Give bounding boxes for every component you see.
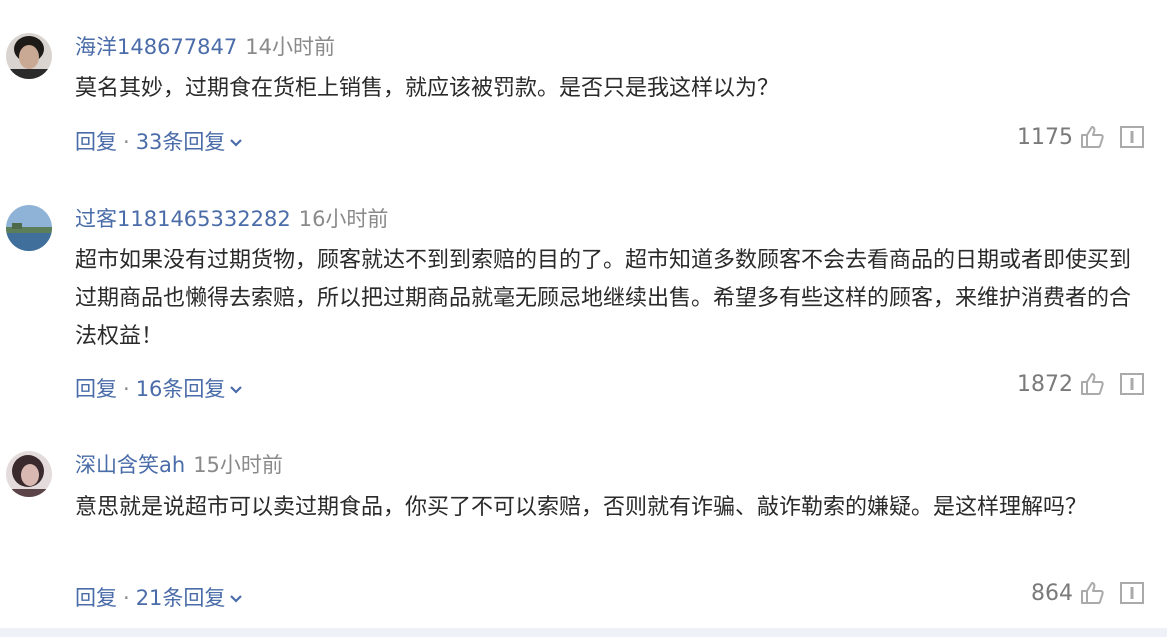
reply-link[interactable]: 回复 [75, 377, 117, 401]
comment-text: 意思就是说超市可以卖过期食品，你买了不可以索赔，否则就有诈骗、敲诈勒索的嫌疑。是… [75, 495, 1088, 520]
comment-meta: 过客1181465332282 16小时前 [75, 203, 388, 233]
chevron-down-icon [230, 595, 243, 603]
chevron-down-icon [230, 386, 243, 394]
comment-meta: 深山含笑ah 15小时前 [75, 449, 283, 479]
like-area: 1175 [1017, 124, 1145, 150]
timestamp: 16小时前 [298, 207, 389, 231]
avatar[interactable] [6, 205, 52, 251]
avatar[interactable] [6, 33, 52, 79]
thumbs-up-icon[interactable] [1079, 371, 1105, 397]
comment-actions: 回复 · 21条回复 [75, 582, 243, 612]
replies-count: 16条回复 [135, 377, 226, 401]
replies-toggle[interactable]: 21条回复 [136, 586, 244, 610]
thumbs-up-icon[interactable] [1079, 124, 1105, 150]
separator-dot: · [123, 377, 130, 401]
chevron-down-icon [230, 139, 243, 147]
thumbs-up-icon[interactable] [1079, 580, 1105, 606]
report-icon[interactable] [1119, 580, 1145, 606]
replies-toggle[interactable]: 16条回复 [136, 377, 244, 401]
username[interactable]: 过客1181465332282 [75, 207, 291, 231]
bottom-divider [0, 628, 1167, 637]
replies-count: 21条回复 [135, 586, 226, 610]
like-count: 1872 [1017, 371, 1073, 397]
like-count: 1175 [1017, 124, 1073, 150]
separator-dot: · [123, 130, 130, 154]
like-area: 1872 [1017, 371, 1145, 397]
username[interactable]: 深山含笑ah [75, 453, 185, 477]
username[interactable]: 海洋148677847 [75, 35, 237, 59]
report-icon[interactable] [1119, 124, 1145, 150]
comment-meta: 海洋148677847 14小时前 [75, 31, 335, 61]
report-icon[interactable] [1119, 371, 1145, 397]
like-count: 864 [1031, 580, 1073, 606]
avatar[interactable] [6, 451, 52, 497]
separator-dot: · [123, 586, 130, 610]
timestamp: 14小时前 [245, 35, 335, 59]
timestamp: 15小时前 [193, 453, 283, 477]
replies-toggle[interactable]: 33条回复 [136, 130, 244, 154]
comment-actions: 回复 · 33条回复 [75, 126, 243, 156]
comment-text: 莫名其妙，过期食在货柜上销售，就应该被罚款。是否只是我这样以为？ [75, 76, 780, 101]
comment-text: 超市如果没有过期货物，顾客就达不到到索赔的目的了。超市知道多数顾客不会去看商品的… [75, 248, 1132, 349]
user-portrait-icon [6, 451, 52, 497]
landscape-image-icon [6, 205, 52, 251]
reply-link[interactable]: 回复 [75, 586, 117, 610]
user-portrait-icon [6, 33, 52, 79]
comment-actions: 回复 · 16条回复 [75, 373, 243, 403]
replies-count: 33条回复 [135, 130, 226, 154]
reply-link[interactable]: 回复 [75, 130, 117, 154]
like-area: 864 [1031, 580, 1145, 606]
